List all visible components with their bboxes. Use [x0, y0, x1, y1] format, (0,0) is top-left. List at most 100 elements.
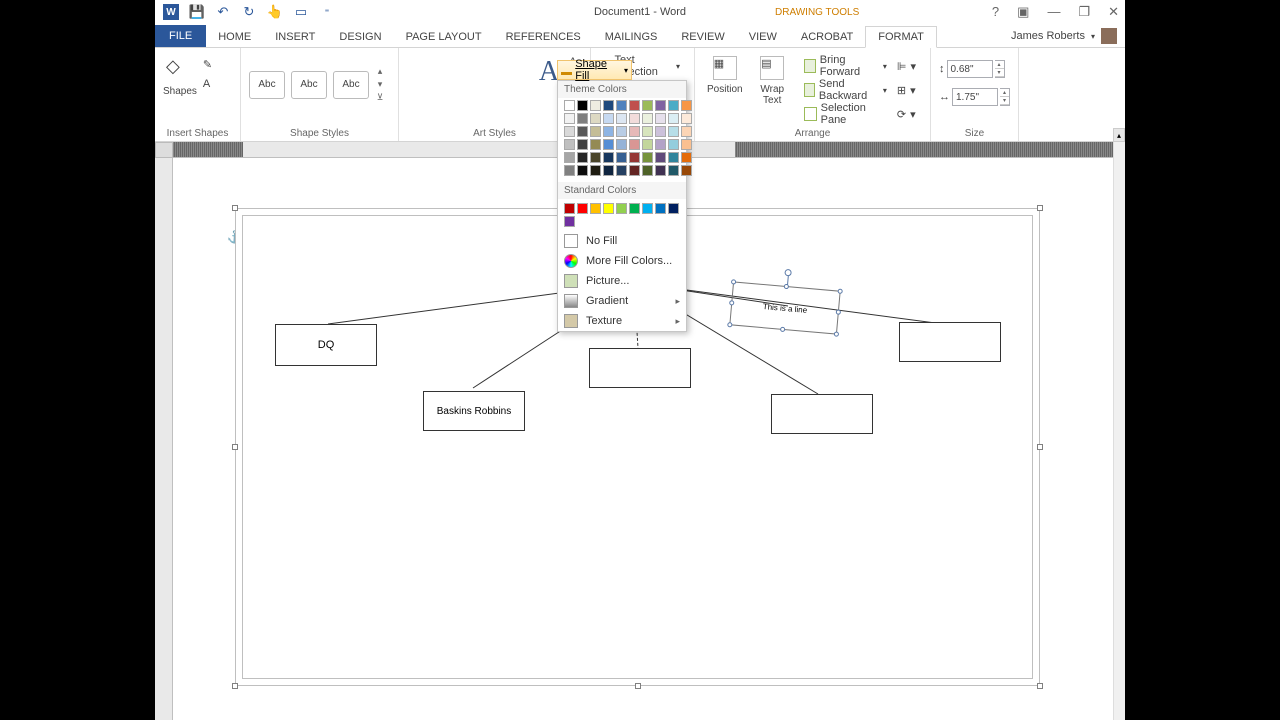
tab-page-layout[interactable]: PAGE LAYOUT [394, 27, 494, 47]
height-spinner[interactable]: ▴▾ [995, 60, 1005, 78]
more-fill-colors-item[interactable]: More Fill Colors... [558, 251, 686, 271]
rotate-button[interactable]: ⟳▾ [897, 104, 916, 124]
color-swatch[interactable] [577, 139, 588, 150]
color-swatch[interactable] [655, 100, 666, 111]
shape-height-input[interactable]: 0.68" [947, 60, 993, 78]
customize-icon[interactable]: ▭ [293, 4, 309, 20]
color-swatch[interactable] [577, 203, 588, 214]
display-options-icon[interactable]: ▣ [1017, 4, 1029, 20]
minimize-icon[interactable]: ― [1047, 4, 1060, 20]
wrap-text-button[interactable]: ▤ Wrap Text [751, 52, 794, 128]
qat-more-icon[interactable]: ⁼ [319, 4, 335, 20]
color-swatch[interactable] [616, 100, 627, 111]
color-swatch[interactable] [564, 216, 575, 227]
scroll-up-icon[interactable]: ▴ [1113, 128, 1125, 142]
color-swatch[interactable] [668, 100, 679, 111]
color-swatch[interactable] [642, 100, 653, 111]
undo-icon[interactable]: ↶ [215, 4, 231, 20]
color-swatch[interactable] [590, 152, 601, 163]
color-swatch[interactable] [577, 100, 588, 111]
color-swatch[interactable] [668, 165, 679, 176]
no-fill-item[interactable]: No Fill [558, 231, 686, 251]
canvas-handle-ne[interactable] [1037, 205, 1043, 211]
color-swatch[interactable] [681, 165, 692, 176]
color-swatch[interactable] [603, 100, 614, 111]
color-swatch[interactable] [603, 113, 614, 124]
style-preset-1[interactable]: Abc [249, 71, 285, 99]
selection-pane-button[interactable]: Selection Pane [804, 104, 887, 124]
shape-empty-center[interactable] [589, 348, 691, 388]
color-swatch[interactable] [564, 139, 575, 150]
picture-fill-item[interactable]: Picture... [558, 271, 686, 291]
color-swatch[interactable] [655, 165, 666, 176]
shapes-button[interactable]: ◇ Shapes [163, 56, 197, 97]
style-preset-2[interactable]: Abc [291, 71, 327, 99]
color-swatch[interactable] [564, 152, 575, 163]
color-swatch[interactable] [564, 113, 575, 124]
color-swatch[interactable] [642, 152, 653, 163]
color-swatch[interactable] [603, 203, 614, 214]
color-swatch[interactable] [616, 165, 627, 176]
shape-fill-button[interactable]: Shape Fill ▾ [557, 60, 632, 80]
color-swatch[interactable] [577, 113, 588, 124]
send-backward-button[interactable]: Send Backward▾ [804, 80, 887, 100]
shape-baskins-robbins[interactable]: Baskins Robbins [423, 391, 525, 431]
color-swatch[interactable] [629, 203, 640, 214]
close-icon[interactable]: ✕ [1108, 4, 1119, 20]
group-button[interactable]: ⊞▾ [897, 80, 916, 100]
color-swatch[interactable] [681, 152, 692, 163]
color-swatch[interactable] [603, 152, 614, 163]
tab-mailings[interactable]: MAILINGS [593, 27, 670, 47]
canvas-handle-nw[interactable] [232, 205, 238, 211]
color-swatch[interactable] [603, 126, 614, 137]
color-swatch[interactable] [655, 113, 666, 124]
color-swatch[interactable] [590, 100, 601, 111]
color-swatch[interactable] [590, 126, 601, 137]
restore-icon[interactable]: ❐ [1078, 4, 1090, 20]
color-swatch[interactable] [590, 113, 601, 124]
tab-review[interactable]: REVIEW [669, 27, 736, 47]
width-spinner[interactable]: ▴▾ [1000, 88, 1010, 106]
color-swatch[interactable] [642, 139, 653, 150]
shape-dq[interactable]: DQ [275, 324, 377, 366]
color-swatch[interactable] [668, 113, 679, 124]
tab-file[interactable]: FILE [155, 25, 206, 47]
color-swatch[interactable] [616, 139, 627, 150]
canvas-handle-se[interactable] [1037, 683, 1043, 689]
color-swatch[interactable] [616, 203, 627, 214]
color-swatch[interactable] [603, 139, 614, 150]
color-swatch[interactable] [629, 113, 640, 124]
tab-insert[interactable]: INSERT [263, 27, 327, 47]
gradient-fill-item[interactable]: Gradient ▸ [558, 291, 686, 311]
color-swatch[interactable] [655, 203, 666, 214]
shape-width-input[interactable]: 1.75" [952, 88, 998, 106]
bring-forward-button[interactable]: Bring Forward▾ [804, 56, 887, 76]
color-swatch[interactable] [616, 113, 627, 124]
color-swatch[interactable] [681, 113, 692, 124]
texture-fill-item[interactable]: Texture ▸ [558, 311, 686, 331]
gallery-up-icon[interactable]: ▴ [375, 66, 385, 77]
color-swatch[interactable] [577, 152, 588, 163]
color-swatch[interactable] [642, 126, 653, 137]
color-swatch[interactable] [668, 139, 679, 150]
vertical-scrollbar[interactable] [1113, 142, 1125, 720]
tab-references[interactable]: REFERENCES [494, 27, 593, 47]
color-swatch[interactable] [642, 165, 653, 176]
redo-icon[interactable]: ↻ [241, 4, 257, 20]
user-account[interactable]: James Roberts ▾ [1011, 28, 1117, 44]
color-swatch[interactable] [642, 203, 653, 214]
color-swatch[interactable] [668, 126, 679, 137]
text-box-icon[interactable]: A [203, 78, 221, 94]
color-swatch[interactable] [590, 139, 601, 150]
color-swatch[interactable] [655, 126, 666, 137]
tab-design[interactable]: DESIGN [327, 27, 393, 47]
color-swatch[interactable] [603, 165, 614, 176]
color-swatch[interactable] [629, 100, 640, 111]
color-swatch[interactable] [577, 126, 588, 137]
canvas-handle-e[interactable] [1037, 444, 1043, 450]
selected-shape[interactable]: This is a line [729, 281, 840, 334]
color-swatch[interactable] [629, 165, 640, 176]
tab-home[interactable]: HOME [206, 27, 263, 47]
color-swatch[interactable] [681, 126, 692, 137]
color-swatch[interactable] [668, 152, 679, 163]
